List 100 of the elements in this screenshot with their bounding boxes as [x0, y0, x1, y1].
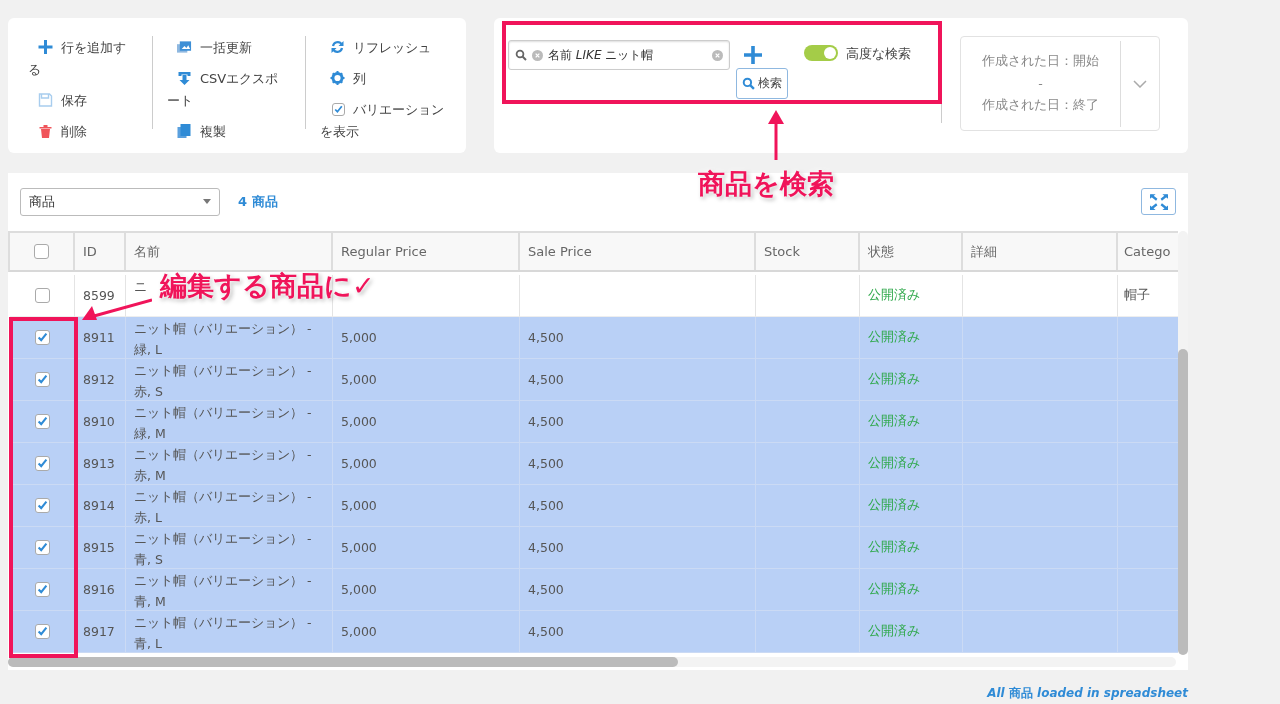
post-type-select[interactable]: 商品 — [20, 187, 220, 216]
column-header[interactable]: ID — [75, 233, 126, 270]
toolbar-button[interactable]: 削除 — [28, 118, 87, 149]
variations-checkbox[interactable]: バリエーションを表示 — [320, 96, 456, 149]
column-header[interactable]: 状態 — [860, 233, 963, 270]
table-cell: 公開済み — [860, 443, 963, 485]
row-checkbox[interactable] — [34, 330, 50, 345]
table-cell: 8914 — [75, 485, 126, 527]
table-cell — [1118, 611, 1178, 653]
table-cell: 公開済み — [860, 569, 963, 611]
fullscreen-button[interactable] — [1141, 188, 1176, 215]
row-checkbox[interactable] — [34, 582, 50, 597]
toolbar-button[interactable]: リフレッシュ — [320, 34, 431, 65]
table-cell: ニット帽（バリエーション） - 青, L — [126, 611, 333, 653]
table-cell — [1118, 359, 1178, 401]
filter-text: 名前 LIKE ニット帽 — [548, 46, 654, 64]
row-checkbox[interactable] — [34, 498, 50, 513]
row-checkbox[interactable] — [34, 288, 50, 303]
table-cell: 5,000 — [333, 359, 520, 401]
search-button[interactable]: 検索 — [736, 68, 788, 99]
column-header[interactable]: Regular Price — [333, 233, 520, 270]
table-cell — [1118, 485, 1178, 527]
product-count: 4 商品 — [238, 192, 278, 211]
remove-icon[interactable] — [532, 49, 543, 61]
date-separator: - — [1038, 76, 1043, 91]
row-checkbox[interactable] — [34, 372, 50, 387]
table-cell: ニット帽（バリエーション） - 赤, L — [126, 485, 333, 527]
row-checkbox[interactable] — [34, 456, 50, 471]
table-cell: 5,000 — [333, 317, 520, 359]
advanced-toggle[interactable] — [804, 45, 838, 61]
horizontal-scrollbar[interactable] — [8, 657, 1176, 667]
toolbar-button[interactable]: 行を追加する — [28, 34, 138, 87]
date-from-text: 作成された日：開始 — [982, 53, 1099, 70]
table-cell: 公開済み — [860, 611, 963, 653]
table-cell: ニット帽（バリエーション） - 赤, M — [126, 443, 333, 485]
date-range-field[interactable]: 作成された日：開始 - 作成された日：終了 — [960, 36, 1160, 131]
select-all-checkbox[interactable] — [34, 244, 49, 259]
table-cell: ニット帽（バリエーション） - 赤, S — [126, 359, 333, 401]
table-cell: ニット帽（バリエーション） - 緑, L — [126, 317, 333, 359]
table-cell: 4,500 — [520, 401, 756, 443]
row-checkbox[interactable] — [34, 624, 50, 639]
images-icon — [177, 40, 192, 54]
table-cell: 8913 — [75, 443, 126, 485]
column-header[interactable]: 詳細 — [963, 233, 1118, 270]
chevron-down-icon[interactable] — [1133, 79, 1147, 88]
plus-icon — [38, 40, 53, 54]
gear-icon — [330, 71, 345, 85]
trash-icon — [38, 124, 53, 138]
toolbar-button[interactable]: 列 — [320, 65, 366, 96]
table-cell — [1118, 527, 1178, 569]
arrow-annotation — [766, 110, 786, 160]
toolbar-button[interactable]: 複製 — [167, 118, 226, 149]
table-cell: 4,500 — [520, 443, 756, 485]
table-cell: 8911 — [75, 317, 126, 359]
table-cell: 5,000 — [333, 569, 520, 611]
date-to-text: 作成された日：終了 — [982, 97, 1099, 114]
filter-field[interactable]: 名前 LIKE ニット帽 — [508, 40, 730, 70]
table-cell: 8917 — [75, 611, 126, 653]
row-checkbox[interactable] — [34, 414, 50, 429]
table-cell: ニット帽（バリエーション） - 緑, M — [126, 401, 333, 443]
annotation-text: 編集する商品に✓ — [160, 269, 375, 303]
table-cell: 5,000 — [333, 611, 520, 653]
table-cell — [1118, 569, 1178, 611]
search-icon — [742, 77, 755, 90]
table-cell — [1118, 317, 1178, 359]
column-header[interactable]: Sale Price — [520, 233, 756, 270]
table-cell: 8912 — [75, 359, 126, 401]
table-cell: 8910 — [75, 401, 126, 443]
table-cell: 5,000 — [333, 527, 520, 569]
clear-icon[interactable] — [712, 49, 723, 61]
status-text: All 商品 loaded in spreadsheet — [987, 685, 1188, 702]
floppy-icon — [38, 93, 53, 107]
add-filter-icon[interactable] — [744, 46, 762, 64]
table-cell: ニット帽（バリエーション） - 青, S — [126, 527, 333, 569]
table-cell: 4,500 — [520, 485, 756, 527]
table-cell: 公開済み — [860, 401, 963, 443]
fullscreen-icon — [1149, 193, 1168, 210]
table-cell: 公開済み — [860, 359, 963, 401]
search-icon — [515, 49, 527, 61]
table-cell — [1118, 401, 1178, 443]
download-icon — [177, 71, 192, 85]
checkbox[interactable] — [332, 103, 345, 116]
row-checkbox[interactable] — [34, 540, 50, 555]
table-cell: ニット帽（バリエーション） - 青, M — [126, 569, 333, 611]
toolbar-button[interactable]: CSVエクスポート — [167, 65, 291, 118]
vertical-scrollbar[interactable] — [1178, 231, 1188, 655]
table-cell: 5,000 — [333, 485, 520, 527]
column-header[interactable]: 名前 — [126, 233, 333, 270]
caret-icon — [203, 199, 211, 204]
table-cell — [1118, 443, 1178, 485]
refresh-icon — [330, 40, 345, 54]
toolbar-button[interactable]: 一括更新 — [167, 34, 252, 65]
column-header[interactable]: Stock — [756, 233, 860, 270]
toolbar-button[interactable]: 保存 — [28, 87, 87, 118]
copy-icon — [177, 124, 192, 138]
column-header[interactable]: Catego — [1118, 233, 1178, 270]
table-cell: 5,000 — [333, 401, 520, 443]
arrow-annotation — [82, 298, 152, 322]
table-cell: 公開済み — [860, 485, 963, 527]
annotation-text: 商品を検索 — [698, 167, 834, 201]
